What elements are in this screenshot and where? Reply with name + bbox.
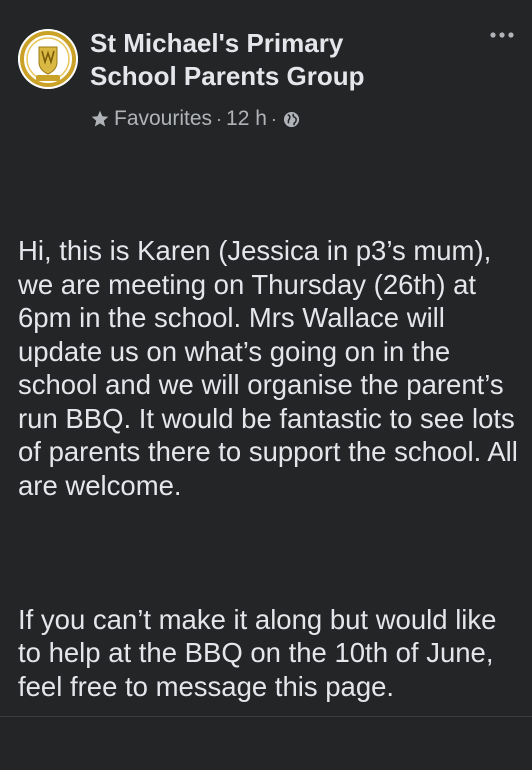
divider <box>0 716 532 717</box>
more-horizontal-icon <box>490 32 514 38</box>
post-timestamp[interactable]: 12 h <box>226 107 267 131</box>
more-options-button[interactable] <box>484 24 520 46</box>
group-name-link[interactable]: St Michael's Primary School Parents Grou… <box>90 27 430 93</box>
school-crest-logo <box>18 29 78 89</box>
post-header: St Michael's Primary School Parents Grou… <box>18 24 514 144</box>
meta-separator: · <box>216 108 223 129</box>
post-card: St Michael's Primary School Parents Grou… <box>0 0 532 720</box>
post-meta: Favourites · 12 h · <box>90 106 300 132</box>
group-avatar[interactable] <box>18 29 78 89</box>
meta-separator: · <box>270 108 277 129</box>
favourites-label[interactable]: Favourites <box>114 107 212 131</box>
post-paragraph: If you can’t make it along but would lik… <box>18 603 505 702</box>
post-body: Hi, this is Karen (Jessica in p3’s mum),… <box>18 167 518 770</box>
globe-icon <box>283 111 299 127</box>
post-paragraph: Hi, this is Karen (Jessica in p3’s mum),… <box>18 235 526 501</box>
star-icon <box>91 110 109 127</box>
